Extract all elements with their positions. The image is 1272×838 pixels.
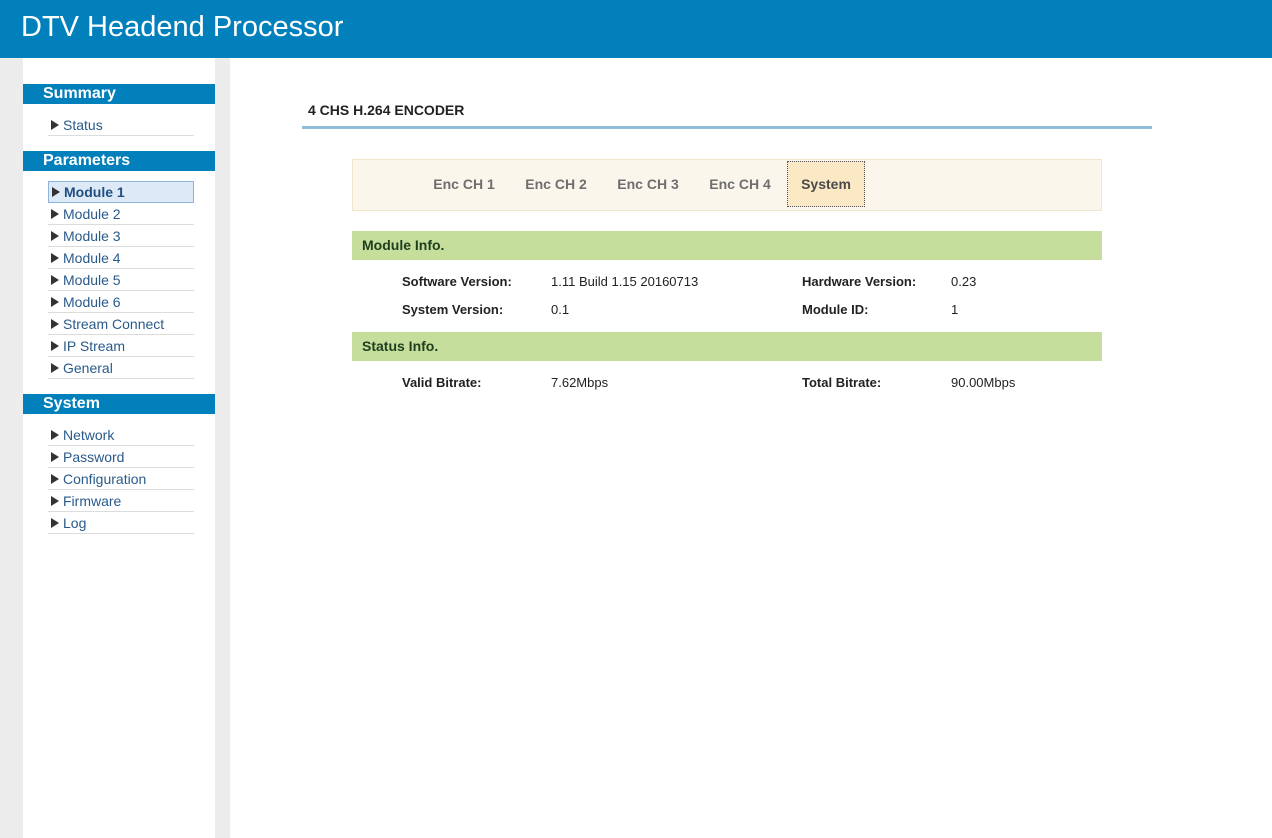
module-id-label: Module ID: — [802, 302, 869, 317]
triangle-right-icon — [52, 187, 60, 197]
triangle-right-icon — [51, 430, 59, 440]
sidebar-item-label: Network — [63, 427, 115, 443]
sidebar-item-module-1[interactable]: Module 1 — [48, 181, 194, 203]
hardware-version-value: 0.23 — [951, 274, 977, 289]
hardware-version-label: Hardware Version: — [802, 274, 917, 289]
software-version-value: 1.11 Build 1.15 20160713 — [551, 274, 699, 289]
sidebar-item-label: Log — [63, 515, 87, 531]
sidebar-item-label: Configuration — [63, 471, 147, 487]
sidebar-item-general[interactable]: General — [48, 358, 194, 379]
sidebar-item-module-2[interactable]: Module 2 — [48, 204, 194, 225]
sidebar-item-label: Stream Connect — [63, 316, 165, 332]
triangle-right-icon — [51, 319, 59, 329]
sidebar-item-label: IP Stream — [63, 338, 125, 354]
triangle-right-icon — [51, 275, 59, 285]
tab-enc-ch-3[interactable]: Enc CH 3 — [607, 161, 689, 207]
sidebar-item-password[interactable]: Password — [48, 447, 194, 468]
sidebar-item-status[interactable]: Status — [48, 115, 194, 136]
app-title: DTV Headend Processor — [21, 11, 344, 43]
sidebar-item-label: Module 5 — [63, 272, 121, 288]
module-id-value: 1 — [951, 302, 959, 317]
sidebar-item-ip-stream[interactable]: IP Stream — [48, 336, 194, 357]
sidebar-item-label: Firmware — [63, 493, 122, 509]
system-version-value: 0.1 — [551, 302, 570, 317]
triangle-right-icon — [51, 297, 59, 307]
sidebar-item-network[interactable]: Network — [48, 425, 194, 446]
sidebar-item-label: Module 4 — [63, 250, 121, 266]
sidebar-item-label: Module 2 — [63, 206, 121, 222]
sidebar-item-module-3[interactable]: Module 3 — [48, 226, 194, 247]
sidebar-item-firmware[interactable]: Firmware — [48, 491, 194, 512]
sidebar-item-module-5[interactable]: Module 5 — [48, 270, 194, 291]
status-info-header: Status Info. — [352, 332, 1102, 361]
triangle-right-icon — [51, 120, 59, 130]
app-header: DTV Headend Processor — [0, 0, 1272, 58]
page-title: 4 CHS H.264 ENCODER — [308, 102, 465, 118]
sidebar-section-parameters: Parameters — [23, 151, 215, 171]
total-bitrate-value: 90.00Mbps — [951, 375, 1016, 390]
triangle-right-icon — [51, 231, 59, 241]
tab-enc-ch-1[interactable]: Enc CH 1 — [423, 161, 505, 207]
triangle-right-icon — [51, 474, 59, 484]
software-version-label: Software Version: — [402, 274, 512, 289]
triangle-right-icon — [51, 341, 59, 351]
valid-bitrate-value: 7.62Mbps — [551, 375, 609, 390]
system-version-label: System Version: — [402, 302, 504, 317]
triangle-right-icon — [51, 253, 59, 263]
triangle-right-icon — [51, 209, 59, 219]
sidebar-item-module-4[interactable]: Module 4 — [48, 248, 194, 269]
tab-enc-ch-2[interactable]: Enc CH 2 — [515, 161, 597, 207]
sidebar: Summary Status Parameters Module 1 Modul… — [23, 58, 215, 838]
tab-enc-ch-4[interactable]: Enc CH 4 — [699, 161, 781, 207]
tab-bar: Enc CH 1 Enc CH 2 Enc CH 3 Enc CH 4 Syst… — [352, 159, 1102, 211]
sidebar-item-label: Status — [63, 117, 103, 133]
module-info-header: Module Info. — [352, 231, 1102, 260]
triangle-right-icon — [51, 363, 59, 373]
triangle-right-icon — [51, 518, 59, 528]
sidebar-item-module-6[interactable]: Module 6 — [48, 292, 194, 313]
sidebar-item-label: Module 3 — [63, 228, 121, 244]
triangle-right-icon — [51, 452, 59, 462]
sidebar-section-system: System — [23, 394, 215, 414]
sidebar-item-label: Module 6 — [63, 294, 121, 310]
main-content: 4 CHS H.264 ENCODER Enc CH 1 Enc CH 2 En… — [230, 58, 1272, 838]
sidebar-section-summary: Summary — [23, 84, 215, 104]
sidebar-item-label: Password — [63, 449, 125, 465]
tab-system[interactable]: System — [787, 161, 865, 207]
valid-bitrate-label: Valid Bitrate: — [402, 375, 482, 390]
sidebar-item-label: General — [63, 360, 113, 376]
title-divider — [302, 126, 1152, 129]
triangle-right-icon — [51, 496, 59, 506]
sidebar-item-label: Module 1 — [64, 184, 125, 200]
sidebar-item-log[interactable]: Log — [48, 513, 194, 534]
sidebar-item-configuration[interactable]: Configuration — [48, 469, 194, 490]
sidebar-item-stream-connect[interactable]: Stream Connect — [48, 314, 194, 335]
total-bitrate-label: Total Bitrate: — [802, 375, 882, 390]
